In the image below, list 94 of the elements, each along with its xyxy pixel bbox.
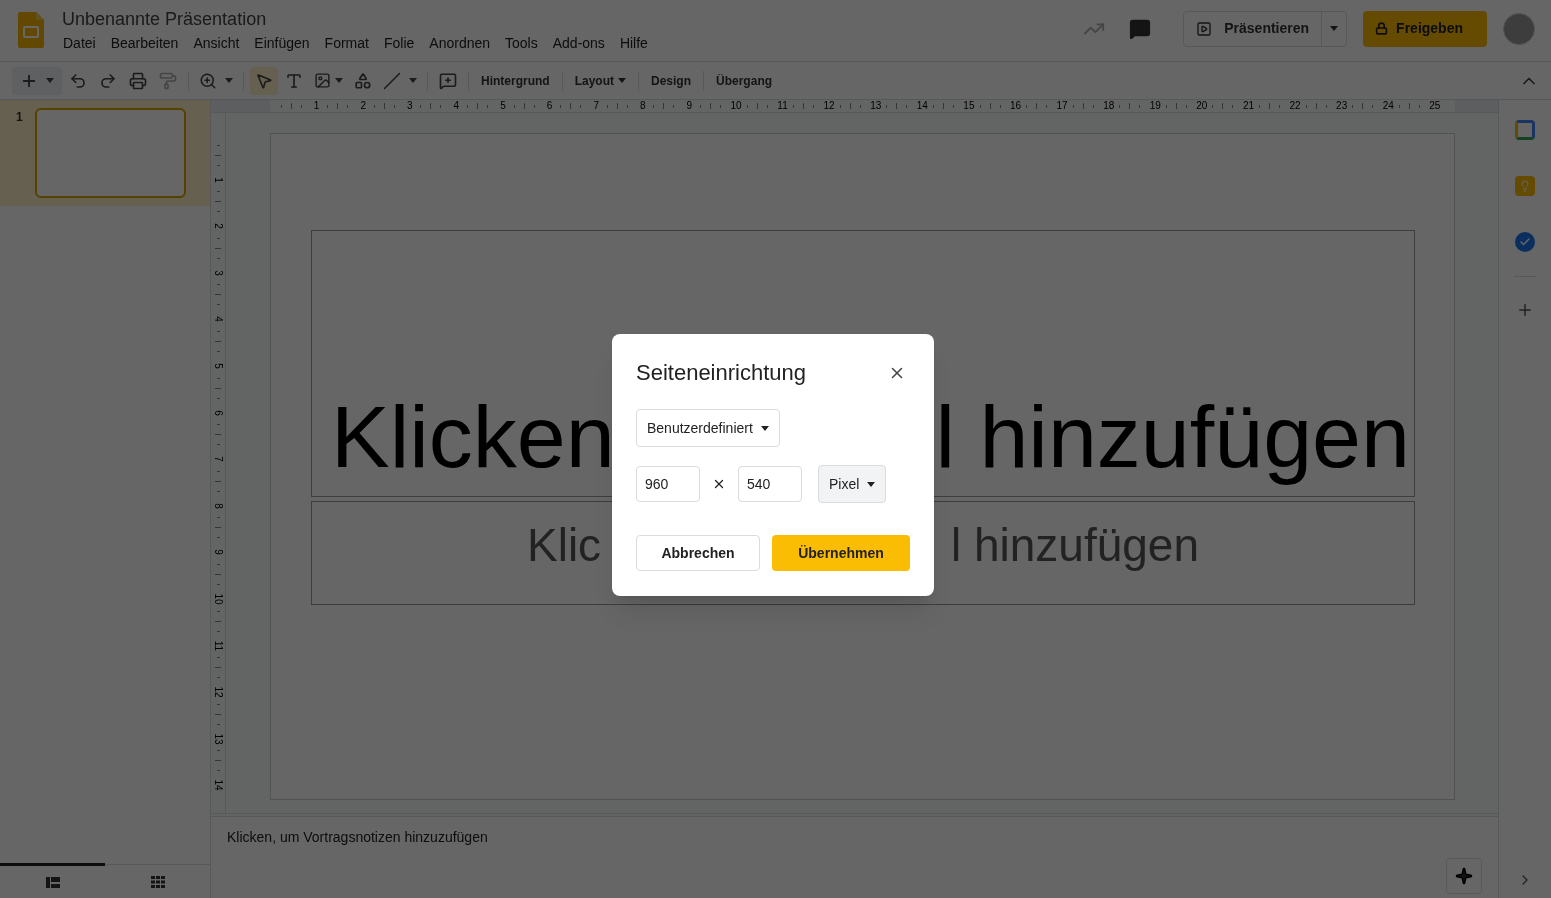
ruler-number: 22 [1289, 101, 1302, 111]
ruler-number: 11 [776, 101, 789, 111]
ruler-number: 14 [916, 101, 929, 111]
ruler-number: 25 [1428, 101, 1441, 111]
dialog-title: Seiteneinrichtung [636, 359, 806, 387]
comments-icon[interactable] [1129, 17, 1152, 40]
grid-icon [150, 876, 165, 888]
ruler-number: 3 [406, 101, 414, 111]
ruler-number: 6 [213, 409, 223, 416]
ruler-number: 12 [823, 101, 836, 111]
ruler-number: 18 [1102, 101, 1115, 111]
sparkle-icon [1455, 867, 1473, 885]
lock-icon [1375, 22, 1389, 35]
ruler-number: 8 [638, 101, 647, 111]
caret-icon [335, 78, 343, 83]
ruler-number: 12 [213, 686, 223, 698]
ruler-number: 5 [213, 363, 223, 369]
apply-button[interactable]: Übernehmen [772, 535, 910, 571]
ruler-number: 6 [545, 101, 554, 111]
menu-item[interactable]: Datei [56, 33, 103, 53]
ruler-number: 16 [1009, 101, 1022, 111]
subtitle-text: l hinzufügen [950, 520, 1199, 570]
ruler-number: 19 [1149, 101, 1162, 111]
explore-button[interactable] [1446, 858, 1482, 894]
times-icon [712, 477, 726, 491]
caret-icon [225, 78, 233, 83]
caret-icon [867, 481, 876, 487]
caret-icon [618, 78, 626, 83]
menu-item[interactable]: Add-ons [545, 33, 612, 53]
toolbar-button[interactable]: Übergang [710, 71, 779, 90]
ruler-number: 24 [1382, 101, 1395, 111]
toolbar-button[interactable]: Layout [568, 71, 632, 90]
check-icon[interactable] [1515, 232, 1535, 252]
ruler-number: 20 [1195, 101, 1208, 111]
subtitle-text: Klic [527, 520, 602, 570]
select-icon[interactable] [250, 66, 278, 95]
slide-thumbnail-row[interactable]: 1 [0, 100, 210, 206]
menu-item[interactable]: Ansicht [186, 33, 247, 53]
zoom-icon [199, 71, 217, 90]
document-title[interactable]: Unbenannte Präsentation [62, 7, 655, 31]
ruler-number: 11 [213, 640, 223, 651]
ruler-number: 7 [213, 456, 223, 462]
ruler-number: 10 [729, 101, 742, 111]
ruler-number: 2 [213, 223, 223, 229]
slide-thumbnail[interactable] [34, 108, 186, 198]
ruler-number: 4 [452, 101, 461, 111]
ruler-number: 10 [213, 593, 223, 605]
preset-dropdown[interactable]: Benutzerdefiniert [636, 409, 780, 447]
ruler-number: 5 [499, 101, 507, 111]
ruler-number: 9 [213, 549, 223, 556]
toolbar-button[interactable]: Hintergrund [475, 71, 556, 90]
ruler-number: 8 [213, 502, 223, 509]
menu-item[interactable]: Anordnen [422, 33, 498, 53]
unit-dropdown[interactable]: Pixel [818, 465, 887, 503]
share-button[interactable]: Freigeben [1363, 10, 1487, 47]
cancel-button[interactable]: Abbrechen [636, 535, 760, 571]
ruler-number: 4 [213, 316, 223, 323]
ruler-number: 17 [1056, 101, 1069, 111]
ruler-number: 21 [1242, 101, 1255, 111]
play-icon [1196, 20, 1213, 37]
ruler-number: 1 [312, 101, 321, 111]
avatar[interactable] [1503, 12, 1535, 45]
menu-item[interactable]: Hilfe [612, 33, 655, 53]
width-field[interactable]: 960 [636, 466, 700, 502]
present-button[interactable]: Präsentieren [1184, 11, 1322, 46]
list-icon [45, 876, 60, 888]
caret-icon [1330, 26, 1339, 31]
new-slide-button[interactable] [12, 66, 62, 95]
menu-item[interactable]: Format [317, 33, 376, 53]
height-field[interactable]: 540 [738, 466, 802, 502]
caret-icon [760, 425, 769, 431]
ruler-number: 1 [213, 176, 223, 183]
ruler-number: 13 [213, 733, 223, 745]
ruler-number: 9 [685, 101, 694, 111]
line-icon [383, 71, 401, 90]
ruler-number: 7 [592, 101, 600, 111]
ruler-number: 13 [869, 101, 882, 111]
ruler-number: 14 [213, 779, 223, 791]
add-icon[interactable] [1516, 301, 1534, 319]
ruler-number: 2 [359, 101, 367, 111]
calendar-icon[interactable] [1515, 120, 1535, 140]
title-text: Klicken [331, 392, 615, 482]
caret-icon [46, 78, 54, 83]
toolbar-button[interactable]: Design [645, 71, 698, 90]
menu-item[interactable]: Folie [376, 33, 422, 53]
slide-number: 1 [16, 109, 23, 126]
menu-item[interactable]: Tools [498, 33, 545, 53]
caret-icon [409, 78, 417, 83]
menu-item[interactable]: Bearbeiten [103, 33, 186, 53]
ruler-number: 3 [213, 270, 223, 276]
ruler-number: 23 [1335, 101, 1348, 111]
menu-item[interactable]: Einfügen [247, 33, 317, 53]
ruler-number: 15 [962, 101, 975, 111]
image-icon [314, 72, 331, 89]
